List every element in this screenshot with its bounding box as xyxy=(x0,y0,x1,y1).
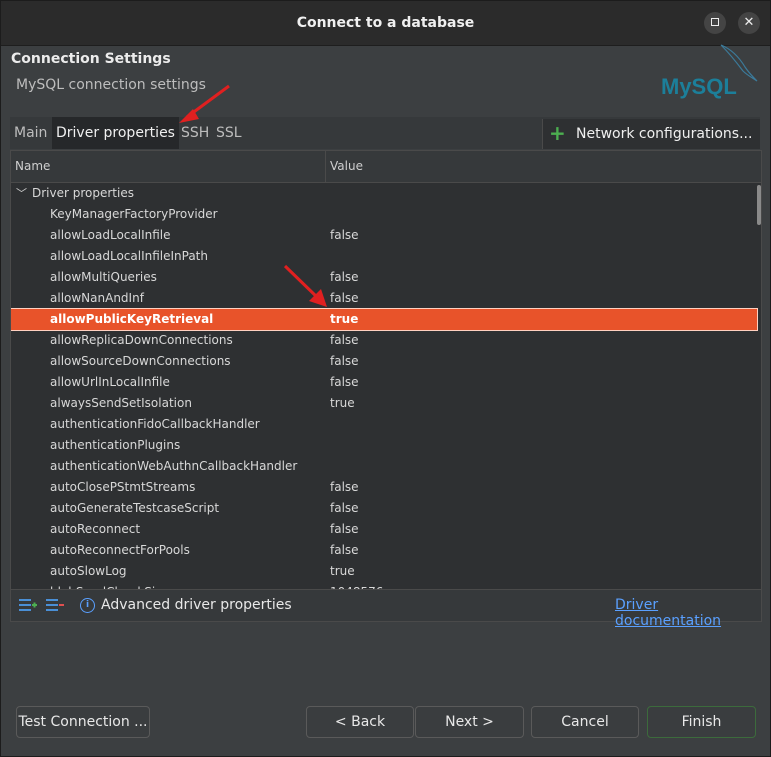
close-icon: ✕ xyxy=(743,15,755,30)
column-separator[interactable] xyxy=(325,151,326,182)
table-body: ﹀ Driver properties KeyManagerFactoryPro… xyxy=(11,183,758,589)
property-value[interactable]: false xyxy=(330,519,359,540)
property-value[interactable]: false xyxy=(330,351,359,372)
driver-documentation-link[interactable]: Driver documentation xyxy=(615,597,761,629)
logo-text: MySQL xyxy=(661,74,737,99)
table-header: Name Value xyxy=(11,151,761,183)
scrollbar-thumb[interactable] xyxy=(757,185,761,225)
property-name: autoReconnectForPools xyxy=(50,543,190,557)
property-name: allowReplicaDownConnections xyxy=(50,333,233,347)
table-row[interactable]: authenticationPlugins xyxy=(11,435,757,456)
table-row[interactable]: KeyManagerFactoryProvider xyxy=(11,204,757,225)
property-name: allowLoadLocalInfile xyxy=(50,228,171,242)
property-value[interactable]: false xyxy=(330,477,359,498)
plus-icon: + xyxy=(549,121,566,145)
property-value[interactable]: true xyxy=(330,309,358,330)
maximize-icon xyxy=(711,18,719,26)
chevron-down-icon[interactable]: ﹀ xyxy=(16,183,27,204)
maximize-button[interactable] xyxy=(704,12,726,34)
driver-properties-table: Name Value ﹀ Driver properties KeyManage… xyxy=(10,150,762,590)
table-row[interactable]: autoSlowLog true xyxy=(11,561,757,582)
table-row[interactable]: alwaysSendSetIsolation true xyxy=(11,393,757,414)
tab-label: SSL xyxy=(216,125,242,141)
property-name: allowPublicKeyRetrieval xyxy=(50,312,214,326)
table-row[interactable]: allowUrlInLocalInfile false xyxy=(11,372,757,393)
property-value[interactable]: true xyxy=(330,393,355,414)
info-icon: i xyxy=(80,598,95,613)
window-title: Connect to a database xyxy=(296,15,475,31)
connect-dialog: Connect to a database ✕ Connection Setti… xyxy=(0,0,771,757)
property-name: authenticationWebAuthnCallbackHandler xyxy=(50,459,298,473)
table-row[interactable]: blobSendChunkSize 1048576 xyxy=(11,582,757,589)
property-name: autoGenerateTestcaseScript xyxy=(50,501,220,515)
cancel-button[interactable]: Cancel xyxy=(531,706,639,738)
table-row[interactable]: authenticationFidoCallbackHandler xyxy=(11,414,757,435)
tab-label: Main xyxy=(14,125,48,141)
title-bar: Connect to a database ✕ xyxy=(1,1,770,46)
property-value[interactable]: false xyxy=(330,288,359,309)
property-value[interactable]: false xyxy=(330,498,359,519)
table-row[interactable]: autoGenerateTestcaseScript false xyxy=(11,498,757,519)
group-row-driver-properties[interactable]: ﹀ Driver properties xyxy=(11,183,757,204)
tab-main[interactable]: Main xyxy=(10,117,51,149)
property-value[interactable]: false xyxy=(330,372,359,393)
property-name: authenticationPlugins xyxy=(50,438,181,452)
property-name: allowUrlInLocalInfile xyxy=(50,375,170,389)
property-name: authenticationFidoCallbackHandler xyxy=(50,417,260,431)
expand-all-icon[interactable] xyxy=(19,598,37,612)
table-row[interactable]: autoClosePStmtStreams false xyxy=(11,477,757,498)
property-value[interactable]: false xyxy=(330,330,359,351)
property-name: allowLoadLocalInfileInPath xyxy=(50,249,208,263)
tab-label: SSH xyxy=(181,125,210,141)
group-label: Driver properties xyxy=(32,186,134,200)
column-header-value[interactable]: Value xyxy=(330,159,363,173)
advanced-driver-properties-label: Advanced driver properties xyxy=(101,597,292,613)
page-subtitle: MySQL connection settings xyxy=(16,77,206,93)
next-button[interactable]: Next > xyxy=(415,706,524,738)
mysql-logo: MySQL xyxy=(661,44,758,99)
table-row[interactable]: allowPublicKeyRetrieval true xyxy=(11,308,758,331)
property-name: autoReconnect xyxy=(50,522,141,536)
network-configurations-button[interactable]: + Network configurations... xyxy=(542,119,760,149)
property-value[interactable]: false xyxy=(330,540,359,561)
back-button[interactable]: < Back xyxy=(306,706,414,738)
table-toolbar: i Advanced driver properties Driver docu… xyxy=(10,590,762,629)
column-header-name[interactable]: Name xyxy=(15,159,50,173)
table-row[interactable]: allowLoadLocalInfileInPath xyxy=(11,246,757,267)
property-name: KeyManagerFactoryProvider xyxy=(50,207,218,221)
close-button[interactable]: ✕ xyxy=(738,12,760,34)
property-name: blobSendChunkSize xyxy=(50,582,169,589)
tab-driver-properties[interactable]: Driver properties xyxy=(52,117,179,149)
property-name: allowNanAndInf xyxy=(50,291,144,305)
finish-button[interactable]: Finish xyxy=(647,706,756,738)
property-name: alwaysSendSetIsolation xyxy=(50,396,192,410)
test-connection-button[interactable]: Test Connection ... xyxy=(16,706,150,738)
table-row[interactable]: autoReconnectForPools false xyxy=(11,540,757,561)
network-configurations-label: Network configurations... xyxy=(576,126,753,142)
table-row[interactable]: allowMultiQueries false xyxy=(11,267,757,288)
tab-label: Driver properties xyxy=(56,125,175,141)
table-row[interactable]: allowLoadLocalInfile false xyxy=(11,225,757,246)
property-value[interactable]: 1048576 xyxy=(330,582,383,589)
tab-ssh[interactable]: SSH xyxy=(177,117,213,149)
tab-ssl[interactable]: SSL xyxy=(212,117,246,149)
table-row[interactable]: authenticationWebAuthnCallbackHandler xyxy=(11,456,757,477)
property-value[interactable]: true xyxy=(330,561,355,582)
property-value[interactable]: false xyxy=(330,225,359,246)
table-row[interactable]: autoReconnect false xyxy=(11,519,757,540)
collapse-all-icon[interactable] xyxy=(46,598,64,612)
table-row[interactable]: allowNanAndInf false xyxy=(11,288,757,309)
table-row[interactable]: allowReplicaDownConnections false xyxy=(11,330,757,351)
property-value[interactable]: false xyxy=(330,267,359,288)
property-name: allowSourceDownConnections xyxy=(50,354,231,368)
page-title: Connection Settings xyxy=(11,51,171,67)
property-name: autoSlowLog xyxy=(50,564,127,578)
property-name: autoClosePStmtStreams xyxy=(50,480,196,494)
table-row[interactable]: allowSourceDownConnections false xyxy=(11,351,757,372)
property-name: allowMultiQueries xyxy=(50,270,157,284)
